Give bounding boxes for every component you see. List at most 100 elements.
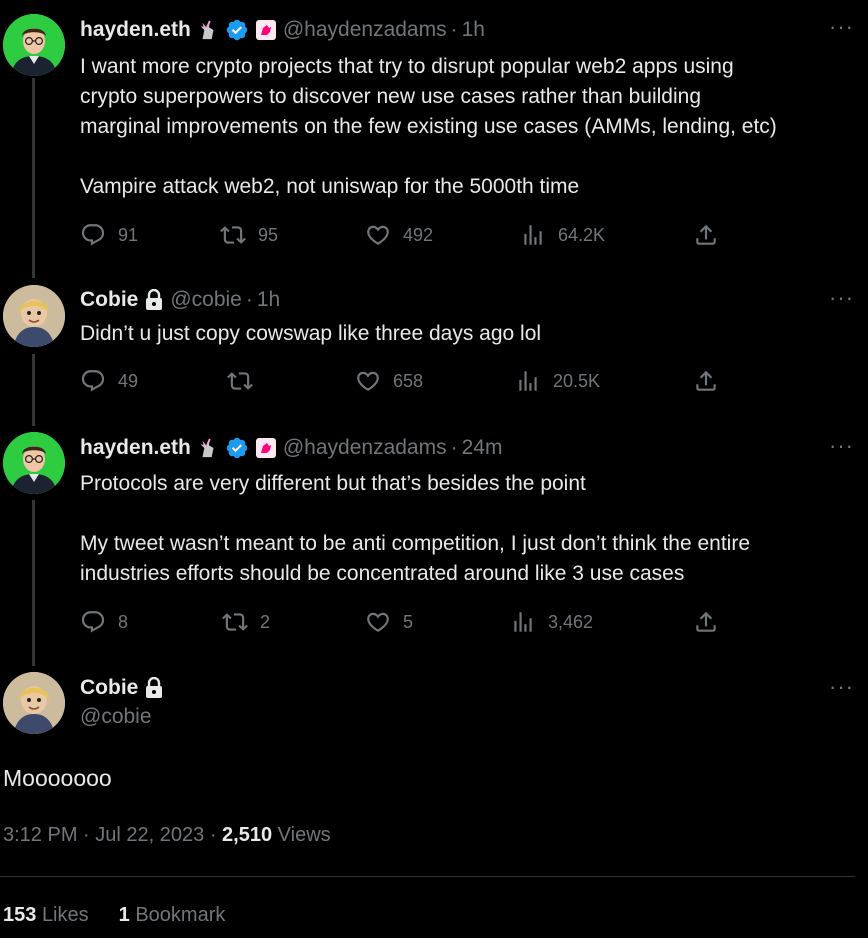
separator-dot: · [245,288,253,311]
tweet-text: Protocols are very different but that’s … [80,469,855,589]
thread-line [32,354,35,426]
tweet-line [80,499,855,529]
tweet-header: Cobie @cobie · 1h [80,285,280,315]
tweet-line [80,142,855,172]
avatar[interactable] [3,285,65,347]
bookmarks-stat[interactable]: 1 Bookmark [119,904,226,927]
bookmarks-count: 1 [118,904,130,926]
avatar[interactable] [3,672,65,734]
tweet-date[interactable]: Jul 22, 2023 [95,824,204,846]
tweet-header: Cobie [80,673,164,703]
views-count: 2,510 [222,824,273,846]
views-count: 3,462 [548,611,594,632]
views-label: Views [277,824,331,846]
tweet-time[interactable]: 1h [257,288,280,312]
unicorn-icon [197,19,219,41]
lock-icon [144,677,164,699]
more-icon[interactable]: ··· [829,674,854,700]
tweet-actions: 49 658 20.5K [80,368,740,398]
retweet-button[interactable] [227,368,265,394]
separator-dot: · [83,824,96,846]
views-icon [515,368,541,394]
author-handle[interactable]: @haydenzadams [283,18,447,42]
tweet-time[interactable]: 24m [462,436,503,460]
retweet-count: 95 [258,224,279,245]
retweet-button[interactable]: 95 [220,222,278,248]
tweet-meta: 3:12 PM · Jul 22, 2023 · 2,510 Views [3,824,331,847]
bookmarks-label: Bookmark [135,904,226,926]
thread-line [32,78,35,278]
like-button[interactable]: 492 [365,222,433,248]
share-button[interactable] [693,368,731,394]
retweet-count: 2 [260,611,271,632]
reply-button[interactable]: 49 [80,368,138,394]
like-button[interactable]: 5 [365,609,413,635]
verified-icon [225,436,249,460]
author-name[interactable]: hayden.eth [80,436,191,460]
author-name[interactable]: hayden.eth [80,18,191,42]
share-icon [693,368,719,394]
thread-line [32,500,35,666]
tweet-line: crypto superpowers to discover new use c… [80,85,701,108]
like-icon [355,368,381,394]
separator-dot: · [450,18,458,41]
unicorn-icon [255,437,277,459]
separator-dot: · [209,824,223,846]
reply-count: 49 [118,370,139,391]
retweet-button[interactable]: 2 [222,609,270,635]
more-icon[interactable]: ··· [829,14,854,40]
author-name[interactable]: Cobie [80,288,138,312]
like-button[interactable]: 658 [355,368,423,394]
like-icon [365,609,391,635]
more-icon[interactable]: ··· [829,433,854,459]
like-count: 658 [393,370,424,391]
share-button[interactable] [693,222,731,248]
reply-icon [80,368,106,394]
avatar[interactable] [3,432,65,494]
divider [0,876,855,877]
tweet-text: I want more crypto projects that try to … [80,52,855,202]
tweet-time[interactable]: 3:12 PM [3,824,77,846]
reply-button[interactable]: 8 [80,609,128,635]
like-count: 492 [403,224,434,245]
tweet-line: Didn’t u just copy cowswap like three da… [80,322,542,345]
reply-icon [80,222,106,248]
tweet-actions: 8 2 5 3,462 [80,609,740,639]
retweet-icon [227,368,253,394]
likes-label: Likes [41,904,89,926]
reply-count: 91 [118,224,139,245]
more-icon[interactable]: ··· [829,285,854,311]
tweet-line: Vampire attack web2, not uniswap for the… [80,175,580,198]
reply-count: 8 [118,611,129,632]
like-icon [365,222,391,248]
tweet-time[interactable]: 1h [462,18,485,42]
share-icon [693,222,719,248]
views-button[interactable]: 20.5K [515,368,600,394]
author-handle[interactable]: @cobie [80,705,152,729]
views-button[interactable]: 3,462 [510,609,593,635]
tweet-line: industries efforts should be concentrate… [80,562,685,585]
tweet-line: Protocols are very different but that’s … [80,472,586,495]
reply-button[interactable]: 91 [80,222,138,248]
tweet-line: I want more crypto projects that try to … [80,55,734,78]
reply-icon [80,609,106,635]
lock-icon [144,289,164,311]
unicorn-icon [255,19,277,41]
tweet-line: My tweet wasn’t meant to be anti competi… [80,532,751,555]
views-count: 20.5K [553,370,601,391]
views-count: 64.2K [558,224,606,245]
tweet-line: marginal improvements on the few existin… [80,115,777,138]
views-button[interactable]: 64.2K [520,222,605,248]
share-button[interactable] [693,609,731,635]
verified-icon [225,18,249,42]
likes-stat[interactable]: 153 Likes [3,904,89,927]
author-handle[interactable]: @haydenzadams [283,436,447,460]
author-handle[interactable]: @cobie [170,288,242,312]
retweet-icon [220,222,246,248]
avatar[interactable] [3,14,65,76]
views-icon [510,609,536,635]
author-name[interactable]: Cobie [80,676,138,700]
views-icon [520,222,546,248]
unicorn-icon [197,437,219,459]
tweet-text: Didn’t u just copy cowswap like three da… [80,319,855,349]
